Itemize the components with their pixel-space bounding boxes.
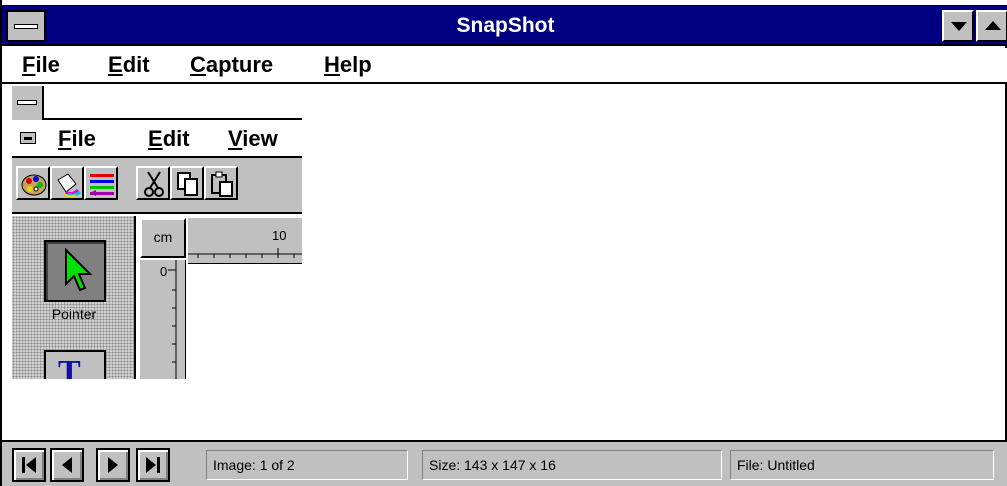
pointer-tool-button: [44, 240, 106, 302]
captured-toolbar: [12, 158, 302, 214]
menu-help-label: elp: [339, 52, 372, 77]
menu-help[interactable]: Help: [324, 52, 372, 78]
paste-icon: [204, 166, 238, 200]
captured-system-row: [12, 86, 302, 120]
menu-capture[interactable]: Capture: [190, 52, 273, 78]
palette-icon: [16, 166, 50, 200]
captured-menu-bar: File Edit View: [12, 120, 302, 158]
scissors-icon: [136, 166, 170, 200]
minimize-button[interactable]: [942, 10, 974, 42]
menu-file-label: ile: [35, 52, 60, 77]
maximize-button[interactable]: [976, 10, 1007, 42]
captured-menu-file: File: [58, 126, 96, 151]
minimize-icon: [951, 22, 967, 31]
text-tool-button: T: [44, 350, 106, 379]
status-bar: Image: 1 of 2 Size: 143 x 147 x 16 File:…: [2, 440, 1007, 486]
ruler-unit-button: cm: [140, 218, 186, 258]
captured-image: File Edit View Pointer T cm 10 0: [12, 86, 302, 379]
vruler-label: 0: [160, 264, 168, 279]
file-name-field: File: Untitled: [730, 450, 994, 480]
paint-bucket-icon: [50, 166, 84, 200]
menu-bar: File Edit Capture Help: [2, 48, 1007, 84]
pointer-arrow-icon: [65, 247, 93, 292]
last-icon: [146, 457, 160, 473]
menu-help-mnemonic: H: [324, 52, 340, 77]
previous-icon: [62, 457, 72, 473]
menu-file[interactable]: File: [22, 52, 60, 78]
text-tool-icon: T: [58, 354, 81, 380]
menu-edit-label: dit: [122, 52, 150, 77]
pointer-tool-label: Pointer: [51, 306, 97, 322]
first-image-button[interactable]: [12, 448, 46, 482]
menu-edit[interactable]: Edit: [108, 52, 150, 78]
line-style-icon: [84, 166, 118, 200]
snapshot-window: SnapShot File Edit Capture Help File Edi…: [0, 0, 1007, 486]
first-icon: [22, 457, 36, 473]
window-title: SnapShot: [456, 14, 555, 37]
title-bar[interactable]: SnapShot: [2, 6, 1007, 46]
menu-capture-label: apture: [205, 52, 274, 77]
captured-system-menu-icon: [12, 86, 44, 120]
vertical-ruler: 0: [140, 260, 186, 379]
captured-doc-menu-icon: [20, 132, 36, 144]
captured-menu-edit: Edit: [148, 126, 190, 151]
next-icon: [108, 457, 118, 473]
next-image-button[interactable]: [96, 448, 130, 482]
menu-capture-mnemonic: C: [190, 52, 206, 77]
image-size-field: Size: 143 x 147 x 16: [422, 450, 722, 480]
last-image-button[interactable]: [136, 448, 170, 482]
captured-menu-view: View: [228, 126, 278, 151]
horizontal-ruler: 10: [188, 218, 302, 264]
tool-palette: Pointer T: [12, 216, 136, 379]
copy-icon: [170, 166, 204, 200]
previous-image-button[interactable]: [50, 448, 84, 482]
maximize-icon: [985, 21, 1001, 30]
image-index-field: Image: 1 of 2: [206, 450, 408, 480]
menu-edit-mnemonic: E: [108, 52, 123, 77]
menu-file-mnemonic: F: [22, 52, 36, 77]
hruler-label: 10: [272, 228, 287, 243]
